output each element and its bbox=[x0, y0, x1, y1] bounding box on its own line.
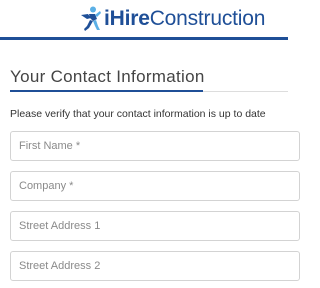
logo-ihire-text: iHire bbox=[104, 7, 150, 30]
street-address-2-field[interactable] bbox=[10, 251, 300, 281]
page-title: Your Contact Information bbox=[10, 67, 205, 86]
logo-construction-text: Construction bbox=[149, 7, 266, 30]
street-address-1-field[interactable] bbox=[10, 211, 300, 241]
company-field[interactable] bbox=[10, 171, 300, 201]
first-name-field[interactable] bbox=[10, 131, 300, 161]
logo-wordmark: iHireConstruction bbox=[104, 5, 265, 33]
site-header: iHireConstruction bbox=[0, 0, 288, 40]
title-underline bbox=[10, 90, 203, 92]
ihire-construction-logo[interactable]: iHireConstruction bbox=[78, 5, 265, 33]
instructions-text: Please verify that your contact informat… bbox=[10, 108, 266, 120]
ihire-person-icon bbox=[81, 6, 101, 31]
header-divider bbox=[0, 37, 288, 40]
